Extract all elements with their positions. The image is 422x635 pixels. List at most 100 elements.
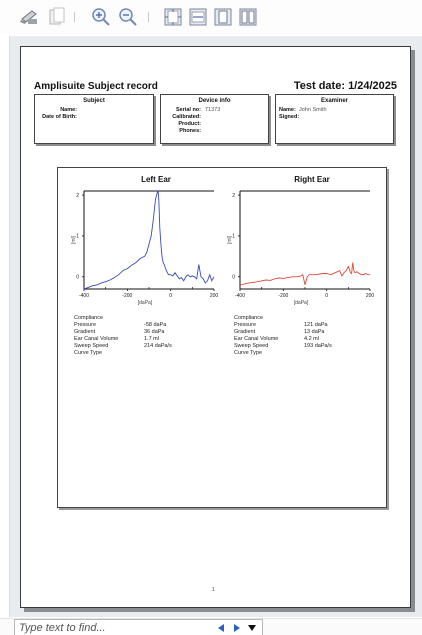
subject-dob-label: Date of Birth: — [42, 114, 77, 120]
fit-width-icon — [189, 8, 207, 26]
result-value: 193 daPa/s — [304, 343, 332, 349]
zoom-out-icon — [119, 8, 137, 26]
find-bar — [0, 618, 422, 635]
result-label: Ear Canal Volume — [74, 336, 119, 342]
page-setup-button[interactable] — [47, 6, 67, 28]
right-ear-chart: 012-400 -200 0 200[daPa][ml] — [227, 190, 375, 306]
result-row: Gradient 13 daPa — [234, 329, 374, 336]
y-tick-label: 0 — [76, 275, 79, 281]
two-pages-icon — [239, 8, 257, 26]
result-row: Sweep Speed 214 daPa/s — [74, 343, 214, 350]
result-row: Curve Type — [74, 350, 214, 357]
tympanogram-curve — [83, 190, 215, 290]
result-label: Gradient — [74, 329, 96, 335]
arrow-left-icon — [217, 623, 224, 632]
x-tick-label: -400 — [79, 293, 89, 299]
single-page-icon — [214, 8, 232, 26]
x-tick-label: 200 — [366, 293, 375, 299]
result-row: Curve Type — [234, 350, 374, 357]
toolbar-separator — [148, 12, 149, 22]
result-label: Ear Canal Volume — [234, 336, 279, 342]
result-row: Pressure 121 daPa — [234, 322, 374, 329]
left-ear-results: Compliance Pressure -58 daPa Gradient 36 daP… — [74, 315, 214, 357]
arrow-right-icon — [233, 623, 240, 632]
result-value: 36 daPa — [144, 329, 165, 335]
subject-box: Subject Name: Date of Birth: — [34, 94, 154, 144]
examiner-heading: Examiner — [320, 98, 348, 104]
result-value: 13 daPa — [304, 329, 325, 335]
examiner-signed-label: Signed: — [279, 114, 300, 120]
product-label: Product: — [178, 121, 201, 127]
result-value: 1.7 ml — [144, 336, 159, 342]
page-setup-icon — [49, 7, 65, 25]
right-ear-title: Right Ear — [294, 175, 330, 184]
result-row: Ear Canal Volume 4.2 ml — [234, 336, 374, 343]
x-axis-label: [daPa] — [294, 300, 309, 306]
result-label: Sweep Speed — [74, 343, 109, 349]
subject-name-label: Name: — [60, 107, 77, 113]
left-ear-chart: 012-400 -200 0 200[daPa][ml] — [71, 190, 219, 306]
x-tick-label: -200 — [122, 293, 132, 299]
report-page: Amplisuite Subject record Test date: 1/2… — [20, 46, 411, 608]
examiner-name-value: John Smith — [299, 107, 327, 113]
serial-label: Serial no: — [175, 107, 201, 113]
x-tick-label: 200 — [210, 293, 219, 299]
tympanogram-panel: Left Ear Right Ear 0 1 2 -400 -200 0 200 [daPa]… — [57, 167, 387, 508]
device-info-heading: Device info — [198, 98, 231, 104]
result-label: Pressure — [74, 322, 97, 328]
zoom-in-icon — [92, 8, 110, 26]
find-next-button[interactable] — [231, 622, 241, 633]
result-label: Curve Type — [74, 350, 103, 356]
calibrated-label: Calibrated: — [172, 114, 201, 120]
result-label: Curve Type — [234, 350, 263, 356]
result-row: Sweep Speed 193 daPa/s — [234, 343, 374, 350]
result-label: Pressure — [234, 322, 257, 328]
zoom-out-button[interactable] — [117, 6, 139, 28]
device-info-box: Device info Serial no: 71373 Calibrated:… — [160, 94, 269, 144]
y-tick-label: 0 — [232, 275, 235, 281]
print-button[interactable] — [18, 6, 40, 28]
test-date-label: Test date: — [293, 80, 345, 92]
result-label: Gradient — [234, 329, 256, 335]
result-value: 4.2 ml — [304, 336, 319, 342]
result-value: -58 daPa — [144, 322, 167, 328]
fit-width-button[interactable] — [188, 6, 208, 28]
result-row: Compliance — [74, 315, 214, 322]
subject-heading: Subject — [83, 98, 105, 104]
y-axis-label: [ml] — [227, 235, 233, 244]
chevron-down-icon — [248, 624, 256, 631]
zoom-in-button[interactable] — [90, 6, 112, 28]
single-page-button[interactable] — [213, 6, 233, 28]
test-date: Test date: 1/24/2025 — [294, 80, 397, 92]
result-row: Pressure -58 daPa — [74, 322, 214, 329]
right-ear-results: Compliance Pressure 121 daPa Gradient 13 daP… — [234, 315, 374, 357]
x-tick-label: 0 — [325, 293, 328, 299]
result-row: Gradient 36 daPa — [74, 329, 214, 336]
x-axis-label: [daPa] — [138, 300, 153, 306]
toolbar-separator — [74, 12, 75, 22]
document-viewer[interactable]: Amplisuite Subject record Test date: 1/2… — [9, 36, 422, 617]
result-label: Compliance — [74, 315, 104, 321]
examiner-name-label: Name: — [279, 107, 296, 113]
report-viewer-window: Amplisuite Subject record Test date: 1/2… — [0, 0, 422, 635]
find-previous-button[interactable] — [216, 622, 226, 633]
report-title: Amplisuite Subject record — [34, 81, 158, 92]
print-icon — [20, 10, 37, 24]
find-options-dropdown[interactable] — [247, 622, 257, 633]
test-date-value: 1/24/2025 — [348, 80, 397, 92]
y-tick-label: 2 — [232, 193, 235, 199]
result-label: Sweep Speed — [234, 343, 269, 349]
two-pages-button[interactable] — [238, 6, 258, 28]
y-axis-label: [ml] — [71, 235, 77, 244]
phones-label: Phones: — [179, 128, 201, 134]
examiner-box: Examiner Name: John Smith Signed: — [275, 94, 394, 144]
y-tick-label: 2 — [76, 193, 79, 199]
result-row: Ear Canal Volume 1.7 ml — [74, 336, 214, 343]
x-tick-label: -200 — [278, 293, 288, 299]
result-row: Compliance — [234, 315, 374, 322]
fit-page-button[interactable] — [163, 6, 183, 28]
toolbar — [0, 0, 422, 34]
page-number: 1 — [212, 587, 215, 593]
tympanogram-curve — [239, 262, 370, 286]
result-value: 121 daPa — [304, 322, 328, 328]
